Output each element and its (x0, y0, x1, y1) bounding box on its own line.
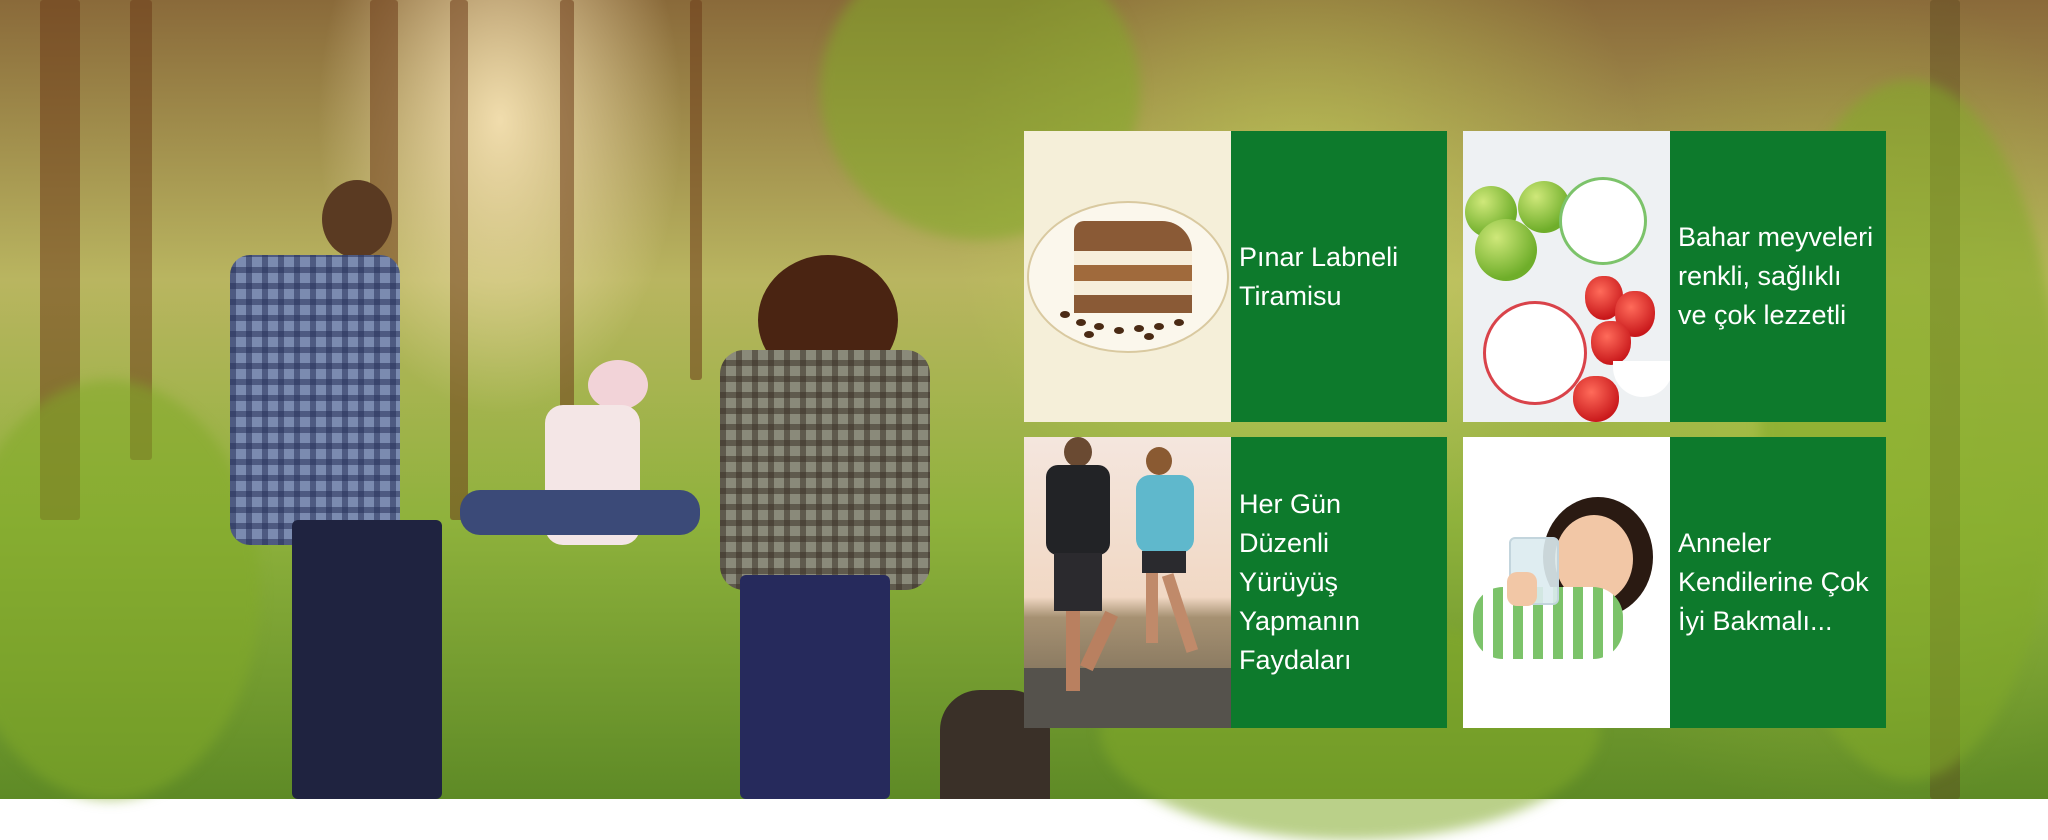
tiramisu-image (1024, 131, 1231, 422)
tile-spring-fruits[interactable]: Bahar meyveleri renkli, sağlıklı ve çok … (1463, 131, 1886, 422)
foliage (0, 380, 260, 800)
tile-title: Bahar meyveleri renkli, sağlıklı ve çok … (1670, 131, 1886, 422)
tile-title: Pınar Labneli Tiramisu (1231, 131, 1447, 422)
tree-trunk (560, 0, 574, 420)
tree-trunk (450, 0, 468, 520)
child-image (1463, 437, 1670, 728)
tile-daily-walking[interactable]: Her Gün Düzenli Yürüyüş Yapmanın Faydala… (1024, 437, 1447, 728)
tile-title: Anneler Kendilerine Çok İyi Bakmalı... (1670, 437, 1886, 728)
runners-image (1024, 437, 1231, 728)
tile-mothers-care[interactable]: Anneler Kendilerine Çok İyi Bakmalı... (1463, 437, 1886, 728)
tile-tiramisu[interactable]: Pınar Labneli Tiramisu (1024, 131, 1447, 422)
tile-title: Her Gün Düzenli Yürüyüş Yapmanın Faydala… (1231, 437, 1447, 728)
fruit-image (1463, 131, 1670, 422)
tree-trunk (690, 0, 702, 380)
content-tiles-grid: Pınar Labneli Tiramisu Bahar meyveleri r… (1024, 131, 1895, 731)
